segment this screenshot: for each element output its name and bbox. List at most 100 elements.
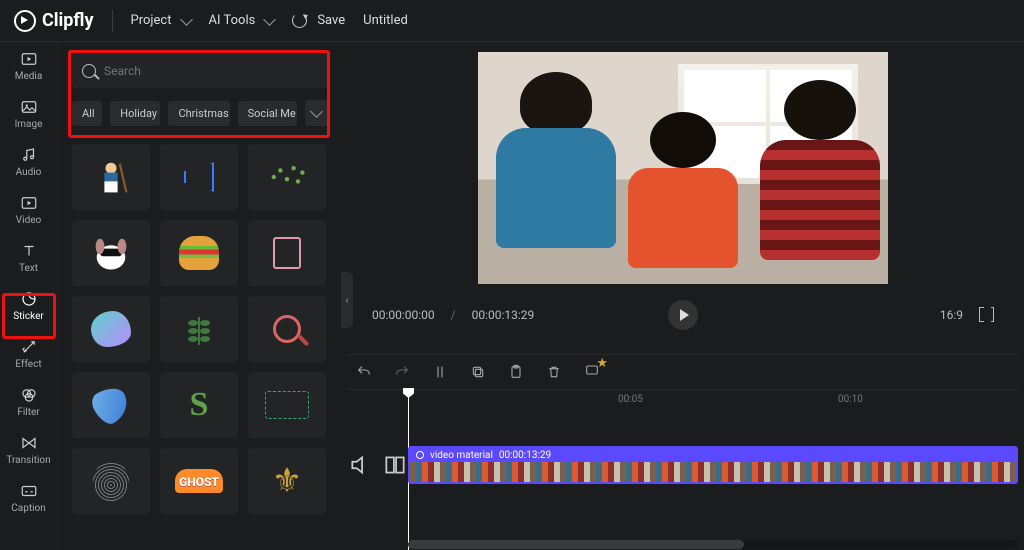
effect-icon — [20, 338, 38, 356]
total-time: 00:00:13:29 — [472, 308, 535, 322]
clip-type-icon — [416, 451, 424, 459]
sticker-magnifier-red[interactable] — [248, 296, 326, 362]
video-icon — [20, 194, 38, 212]
chip-social-media[interactable]: Social Me — [238, 101, 297, 126]
sticker-cool-dog[interactable] — [72, 220, 150, 286]
scene-person-left — [496, 72, 616, 272]
sticker-maid-cleaner[interactable] — [72, 144, 150, 210]
audio-icon — [20, 146, 38, 164]
preview-frame[interactable] — [478, 52, 888, 284]
search-icon — [82, 64, 96, 78]
panel-collapse-handle[interactable]: ‹ — [341, 272, 353, 328]
caption-icon — [20, 482, 38, 500]
rail-video[interactable]: Video — [0, 186, 57, 234]
fullscreen-icon[interactable] — [979, 307, 994, 322]
rail-filter[interactable]: Filter — [0, 378, 57, 426]
rail-image[interactable]: Image — [0, 90, 57, 138]
sticker-burger[interactable] — [160, 220, 238, 286]
timeline-clip[interactable]: video material 00:00:13:29 — [408, 446, 1018, 484]
ghost-icon: GHOST — [175, 469, 223, 493]
rail-sticker[interactable]: Sticker — [0, 282, 57, 330]
top-divider — [112, 10, 113, 32]
delete-button[interactable] — [546, 364, 562, 380]
right-area: ‹ 00:00:00:00 / 00:00:13:29 16:9 — [342, 42, 1024, 550]
video-track-row: video material 00:00:13:29 — [348, 446, 1018, 484]
sticker-letter-s[interactable]: S — [160, 372, 238, 438]
chevron-down-icon — [263, 13, 276, 26]
sticker-perfume[interactable] — [248, 220, 326, 286]
chip-more-button[interactable] — [305, 100, 328, 126]
project-menu[interactable]: Project — [131, 13, 191, 28]
sticker-fleur-de-lis[interactable]: ⚜ — [248, 448, 326, 514]
sparkle-icon — [265, 155, 309, 199]
rail-audio[interactable]: Audio — [0, 138, 57, 186]
sticker-speaker-outline[interactable] — [160, 144, 238, 210]
preview-area: 00:00:00:00 / 00:00:13:29 16:9 — [366, 52, 1000, 352]
copy-button[interactable] — [470, 364, 486, 380]
track-visibility-button[interactable] — [382, 452, 408, 478]
chip-holiday[interactable]: Holiday — [110, 101, 160, 126]
timeline: 00:05 00:10 video material 00:00:13:29 — [348, 390, 1018, 550]
aspect-ratio[interactable]: 16:9 — [940, 308, 963, 322]
sticker-panel: All Holiday Christmas Social Me S GHOST … — [58, 42, 342, 550]
sticker-grid: S GHOST ⚜ — [72, 144, 328, 514]
preview-controls-row: 00:00:00:00 / 00:00:13:29 16:9 — [366, 307, 1000, 322]
clip-label-bar: video material 00:00:13:29 — [410, 448, 1016, 462]
track-controls — [348, 452, 408, 478]
chip-christmas[interactable]: Christmas — [168, 101, 229, 126]
clip-thumbnails — [410, 462, 1016, 482]
rail-label: Filter — [17, 407, 39, 418]
clip-name: video material — [430, 450, 493, 461]
refresh-icon — [292, 13, 307, 28]
rail-label: Audio — [16, 167, 42, 178]
image-icon — [20, 98, 38, 116]
rail-caption[interactable]: Caption — [0, 474, 57, 522]
clip-duration: 00:00:13:29 — [499, 450, 551, 461]
logo-mark-icon — [14, 10, 36, 32]
effects-star-button[interactable]: ★ — [584, 362, 600, 382]
leaf-icon — [184, 311, 214, 347]
frame-icon — [265, 391, 309, 419]
sticker-sparkle-leaves[interactable] — [248, 144, 326, 210]
sticker-frame-dashed[interactable] — [248, 372, 326, 438]
burger-icon — [179, 236, 219, 270]
scrollbar-thumb[interactable] — [408, 540, 744, 549]
paste-button[interactable] — [508, 364, 524, 380]
chip-all[interactable]: All — [72, 101, 102, 126]
sticker-fingerprint[interactable] — [72, 448, 150, 514]
rail-transition[interactable]: Transition — [0, 426, 57, 474]
maid-icon — [89, 155, 133, 199]
blob-icon — [91, 311, 131, 347]
sticker-blob[interactable] — [72, 296, 150, 362]
app-logo: Clipfly — [14, 10, 94, 32]
sticker-ghost-text[interactable]: GHOST — [160, 448, 238, 514]
timeline-scrollbar[interactable] — [408, 540, 1018, 549]
search-input[interactable] — [104, 64, 318, 78]
chevron-down-icon — [310, 105, 323, 118]
sticker-leaf-sprig[interactable] — [160, 296, 238, 362]
search-box[interactable] — [72, 54, 328, 88]
timeline-ruler[interactable]: 00:05 00:10 — [408, 390, 1018, 422]
save-label: Save — [317, 13, 345, 28]
fingerprint-icon — [93, 461, 129, 501]
perfume-icon — [273, 237, 301, 269]
rail-label: Image — [15, 119, 43, 130]
save-button[interactable]: Save — [292, 13, 345, 28]
sticker-brush[interactable] — [72, 372, 150, 438]
scene-person-center — [628, 112, 738, 272]
track-mute-button[interactable] — [348, 452, 374, 478]
rail-text[interactable]: Text — [0, 234, 57, 282]
project-title[interactable]: Untitled — [363, 13, 408, 28]
scene-person-right — [760, 80, 880, 270]
speaker-icon — [184, 162, 214, 192]
star-icon: ★ — [596, 356, 608, 371]
rail-effect[interactable]: Effect — [0, 330, 57, 378]
rail-media[interactable]: Media — [0, 42, 57, 90]
transition-icon — [20, 434, 38, 452]
rail-label: Effect — [15, 359, 41, 370]
undo-button[interactable] — [356, 364, 372, 380]
play-button[interactable] — [668, 300, 698, 330]
split-button[interactable] — [432, 364, 448, 380]
redo-button[interactable] — [394, 364, 410, 380]
ai-tools-menu[interactable]: AI Tools — [209, 13, 275, 28]
